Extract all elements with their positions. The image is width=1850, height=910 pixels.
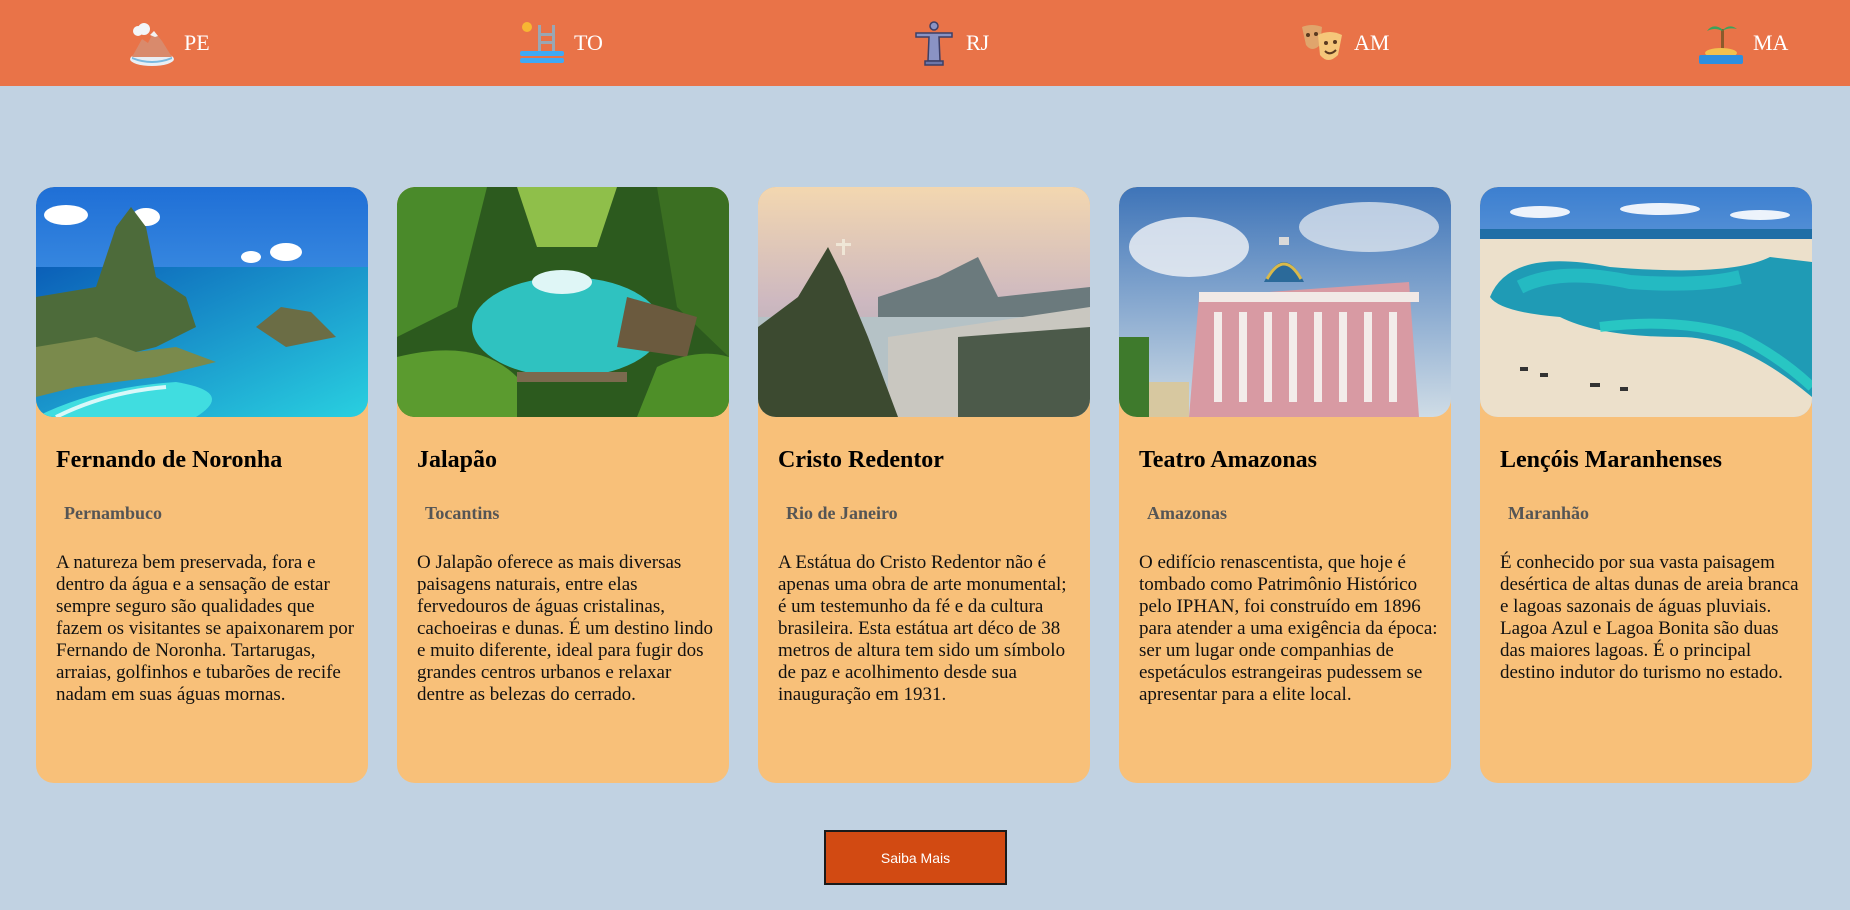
card-title: Teatro Amazonas: [1139, 447, 1318, 473]
card-title: Jalapão: [417, 447, 498, 473]
card-title: Fernando de Noronha: [56, 447, 283, 473]
volcano-island-icon: [130, 23, 174, 66]
nav-item-ma[interactable]: MA: [1697, 18, 1788, 68]
nav-item-am[interactable]: AM: [1298, 18, 1389, 68]
nav-item-rj[interactable]: RJ: [910, 18, 989, 68]
christ-statue-icon: [915, 21, 953, 66]
nav-label: MA: [1753, 30, 1789, 55]
card-state: Tocantins: [425, 503, 500, 523]
card-title: Lençóis Maranhenses: [1500, 447, 1722, 473]
nav-label: TO: [574, 30, 603, 55]
destination-card: Lençóis Maranhenses Maranhão É conhecido…: [1480, 187, 1812, 783]
card-description: É conhecido por sua vasta paisagem desér…: [1500, 552, 1799, 683]
card-description: A Estátua do Cristo Redentor não é apena…: [778, 552, 1067, 705]
nav-item-to[interactable]: TO: [518, 18, 603, 68]
jalapao-photo: [397, 187, 729, 417]
noronha-photo: [36, 187, 368, 417]
card-state: Pernambuco: [64, 503, 162, 523]
destination-card: Cristo Redentor Rio de Janeiro A Estátua…: [758, 187, 1090, 783]
pool-ladder-icon: [520, 22, 564, 63]
destination-card: Teatro Amazonas Amazonas O edifício rena…: [1119, 187, 1451, 783]
card-description: O edifício renascentista, que hoje é tom…: [1139, 552, 1438, 705]
card-state: Maranhão: [1508, 503, 1589, 523]
destination-card: Fernando de Noronha Pernambuco A naturez…: [36, 187, 368, 783]
nav-label: RJ: [966, 30, 990, 55]
theater-masks-icon: [1302, 25, 1342, 60]
card-description: O Jalapão oferece as mais diversas paisa…: [417, 552, 714, 705]
nav-label: AM: [1354, 30, 1390, 55]
saiba-mais-button[interactable]: Saiba Mais: [824, 830, 1007, 885]
lencois-photo: [1480, 187, 1812, 417]
teatro-photo: [1119, 187, 1451, 417]
nav-item-pe[interactable]: PE: [128, 18, 210, 68]
card-title: Cristo Redentor: [778, 447, 944, 473]
destination-card: Jalapão Tocantins O Jalapão oferece as m…: [397, 187, 729, 783]
cristo-photo: [758, 187, 1090, 417]
card-state: Rio de Janeiro: [786, 503, 898, 523]
desert-island-icon: [1699, 26, 1743, 64]
card-description: A natureza bem preservada, fora e dentro…: [56, 552, 355, 705]
nav-label: PE: [184, 30, 210, 55]
top-nav: PE TO RJ AM MA: [0, 0, 1850, 86]
card-state: Amazonas: [1147, 503, 1227, 523]
